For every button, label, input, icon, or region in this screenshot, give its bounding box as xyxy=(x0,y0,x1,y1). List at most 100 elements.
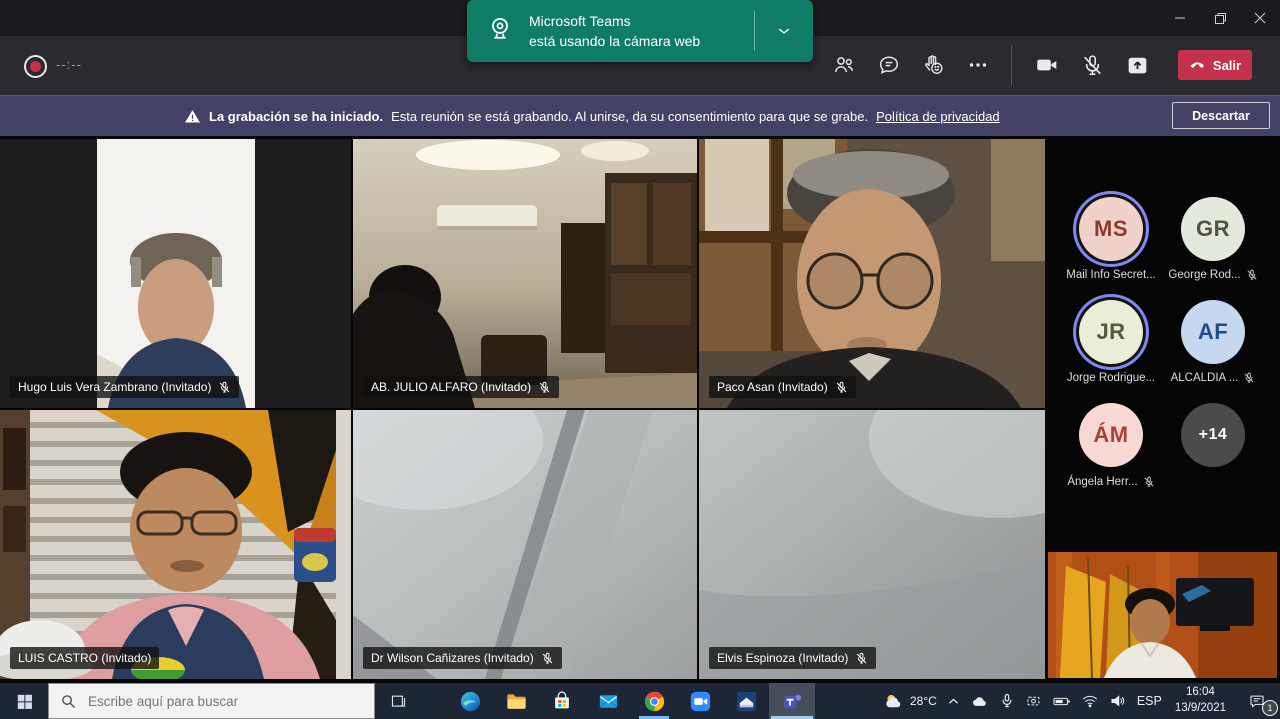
participant-name: LUIS CASTRO (Invitado) xyxy=(18,651,151,665)
taskbar-app-zoom[interactable] xyxy=(677,683,723,719)
avatar-am[interactable]: ÁM xyxy=(1079,403,1143,467)
avatar-jr[interactable]: JR xyxy=(1079,300,1143,364)
banner-title: La grabación se ha iniciado. xyxy=(209,109,383,124)
taskbar-app-explorer[interactable] xyxy=(493,683,539,719)
more-icon xyxy=(966,53,990,77)
taskbar-app-teams[interactable] xyxy=(769,683,815,719)
start-button[interactable] xyxy=(0,683,48,719)
clock-date: 13/9/2021 xyxy=(1175,701,1226,717)
avatar-ms[interactable]: MS xyxy=(1079,197,1143,261)
video-tile-paco[interactable]: Paco Asan (Invitado) xyxy=(699,139,1045,408)
onedrive-tray-icon[interactable] xyxy=(965,683,994,719)
privacy-policy-link[interactable]: Política de privacidad xyxy=(876,109,1000,124)
avatar-label-gr: George Rod... xyxy=(1153,269,1273,281)
chrome-icon xyxy=(643,690,666,713)
windows-logo-icon xyxy=(16,693,33,710)
participant-nameplate: Dr Wilson Cañizares (Invitado) xyxy=(363,647,562,669)
device-icon xyxy=(1025,693,1042,710)
microphone-button[interactable] xyxy=(1074,47,1110,83)
notification-badge: 1 xyxy=(1262,700,1278,716)
hangup-icon xyxy=(1189,57,1206,74)
window-controls xyxy=(1160,0,1280,36)
volume-tray-icon[interactable] xyxy=(1104,683,1132,719)
video-feed xyxy=(699,410,1045,679)
raise-hand-button[interactable] xyxy=(916,47,952,83)
microsoft-store-icon xyxy=(551,690,573,712)
webcam-icon xyxy=(485,14,515,49)
taskbar-app-mail[interactable] xyxy=(585,683,631,719)
more-options-button[interactable] xyxy=(960,47,996,83)
microphone-tray-icon[interactable] xyxy=(994,683,1020,719)
video-tile-wilson[interactable]: Dr Wilson Cañizares (Invitado) xyxy=(353,410,697,679)
mic-off-icon xyxy=(1080,53,1105,78)
video-feed xyxy=(353,410,697,679)
avatar-initials: JR xyxy=(1096,319,1125,345)
weather-icon xyxy=(883,691,904,712)
raise-hand-icon xyxy=(922,53,946,77)
people-icon xyxy=(832,53,856,77)
participant-nameplate: Hugo Luis Vera Zambrano (Invitado) xyxy=(10,376,239,398)
self-view-video[interactable] xyxy=(1048,552,1277,678)
taskbar-app-chrome[interactable] xyxy=(631,683,677,719)
chevron-down-icon[interactable] xyxy=(755,24,813,38)
video-tile-elvis[interactable]: Elvis Espinoza (Invitado) xyxy=(699,410,1045,679)
share-icon xyxy=(1125,53,1150,78)
video-tile-luis[interactable]: LUIS CASTRO (Invitado) xyxy=(0,410,351,679)
chevron-up-icon xyxy=(947,695,960,708)
mic-off-icon xyxy=(218,381,231,394)
camera-usage-toast[interactable]: Microsoft Teams está usando la cámara we… xyxy=(467,0,813,62)
close-button[interactable] xyxy=(1240,0,1280,36)
temperature-label: 28°C xyxy=(910,694,937,708)
camera-button[interactable] xyxy=(1029,47,1065,83)
restore-button[interactable] xyxy=(1200,0,1240,36)
recording-indicator xyxy=(24,55,47,78)
file-explorer-icon xyxy=(505,690,528,713)
avatar-af[interactable]: AF xyxy=(1181,300,1245,364)
mic-off-icon xyxy=(1143,476,1155,488)
weather-indicator[interactable]: 28°C xyxy=(878,683,942,719)
task-view-button[interactable] xyxy=(375,683,421,719)
share-button[interactable] xyxy=(1119,47,1155,83)
avatar-label-af: ALCALDIA ... xyxy=(1153,372,1273,384)
mic-off-icon xyxy=(855,652,868,665)
video-feed xyxy=(0,139,351,408)
taskbar-app-edge[interactable] xyxy=(447,683,493,719)
video-tile-hugo[interactable]: Hugo Luis Vera Zambrano (Invitado) xyxy=(0,139,351,408)
minimize-button[interactable] xyxy=(1160,0,1200,36)
video-feed xyxy=(353,139,697,408)
mic-icon xyxy=(999,693,1015,709)
avatar-gr[interactable]: GR xyxy=(1181,197,1245,261)
participant-name: Hugo Luis Vera Zambrano (Invitado) xyxy=(18,380,211,394)
participant-nameplate: AB. JULIO ALFARO (Invitado) xyxy=(363,376,559,398)
leave-label: Salir xyxy=(1213,58,1241,73)
battery-tray-icon[interactable] xyxy=(1047,683,1076,719)
wifi-tray-icon[interactable] xyxy=(1076,683,1104,719)
taskbar-search[interactable] xyxy=(48,683,375,719)
avatar-overflow[interactable]: +14 xyxy=(1181,403,1245,467)
mic-off-icon xyxy=(541,652,554,665)
participants-button[interactable] xyxy=(826,47,862,83)
participant-nameplate: LUIS CASTRO (Invitado) xyxy=(10,647,159,669)
warning-icon xyxy=(184,108,201,125)
mic-off-icon xyxy=(538,381,551,394)
edge-icon xyxy=(459,690,482,713)
search-input[interactable] xyxy=(86,693,350,710)
banner-message: Esta reunión se está grabando. Al unirse… xyxy=(391,109,868,124)
taskbar-clock[interactable]: 16:04 13/9/2021 xyxy=(1167,685,1234,716)
avatar-initials: ÁM xyxy=(1093,422,1128,448)
windows-taskbar: 28°C xyxy=(0,683,1280,719)
language-indicator[interactable]: ESP xyxy=(1132,683,1167,719)
language-label: ESP xyxy=(1137,694,1162,708)
leave-meeting-button[interactable]: Salir xyxy=(1178,50,1252,80)
taskbar-app-store[interactable] xyxy=(539,683,585,719)
chat-button[interactable] xyxy=(871,47,907,83)
hidden-icons-button[interactable] xyxy=(942,683,965,719)
meeting-timer: --:-- xyxy=(56,57,82,72)
taskbar-app-scanner[interactable] xyxy=(723,683,769,719)
search-icon xyxy=(61,694,76,709)
video-tile-julio[interactable]: AB. JULIO ALFARO (Invitado) xyxy=(353,139,697,408)
dismiss-banner-button[interactable]: Descartar xyxy=(1172,102,1270,129)
cast-tray-icon[interactable] xyxy=(1020,683,1047,719)
action-center-button[interactable]: 1 xyxy=(1234,683,1280,719)
video-feed xyxy=(699,139,1045,408)
